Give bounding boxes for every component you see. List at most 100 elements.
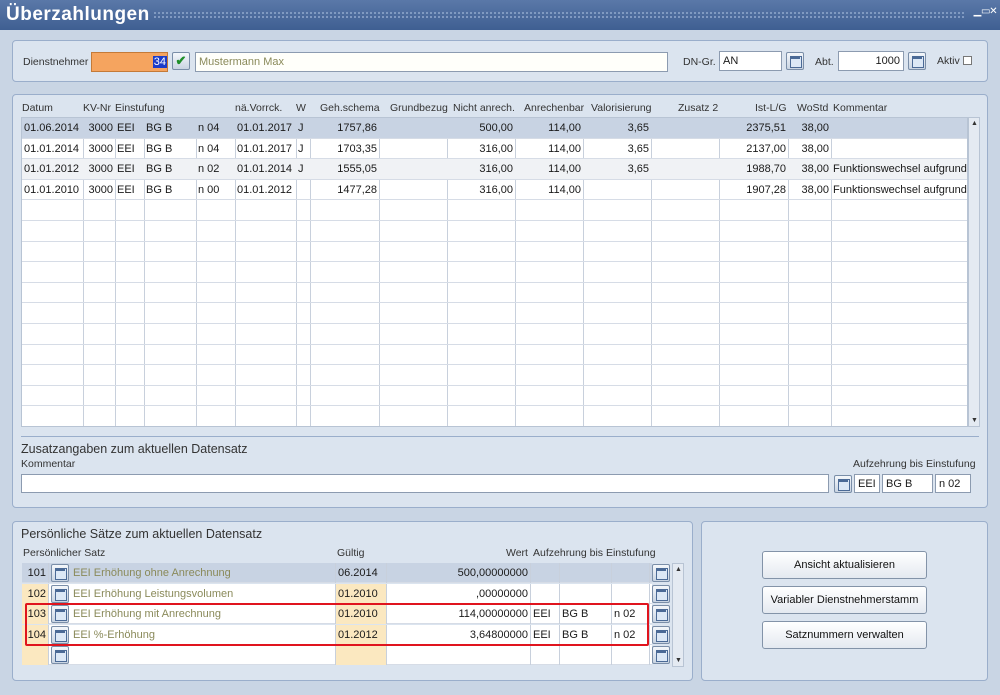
cell-val: 3,65	[627, 122, 649, 134]
satz-lookup-icon[interactable]	[51, 646, 69, 665]
table-row[interactable]	[22, 283, 967, 304]
aufz2-field[interactable]: BG B	[882, 474, 933, 493]
aufzehrung-lookup-icon[interactable]	[652, 564, 670, 582]
table-row[interactable]	[22, 221, 967, 242]
table-row[interactable]	[22, 345, 967, 366]
table-row[interactable]: 01.06.2014 3000 EEI BG B n 04 01.01.2017 J 1757…	[22, 118, 967, 139]
col-valorisierung: Valorisierung	[591, 102, 652, 114]
satz-lookup-icon[interactable]	[51, 584, 69, 603]
cell-e1: EEI	[117, 183, 135, 196]
scroll-up-icon[interactable]: ▲	[674, 565, 683, 574]
kommentar-label: Kommentar	[21, 458, 76, 470]
kommentar-field[interactable]	[21, 474, 829, 493]
cell-anr: 114,00	[548, 142, 581, 155]
cell-e3: n 04	[198, 122, 220, 134]
cell-komm: Funktionswechsel aufgrund	[833, 163, 967, 176]
aufzehrung-lookup-icon[interactable]	[834, 475, 852, 493]
persoenlich-row[interactable]: 101 EEI Erhöhung ohne Anrechnung 06.2014 50…	[22, 563, 670, 583]
table-row[interactable]	[22, 386, 967, 407]
abt-field[interactable]: 1000	[838, 51, 904, 71]
cell-grund	[379, 180, 447, 200]
aufz3-field[interactable]: n 02	[935, 474, 971, 493]
cell-komm	[831, 139, 967, 159]
col-aufzehrung: Aufzehrung bis Einstufung	[533, 547, 656, 559]
table-row[interactable]: 01.01.2014 3000 EEI BG B n 04 01.01.2017 J 1703…	[22, 139, 967, 160]
pcell-name: EEI Erhöhung Leistungsvolumen	[71, 583, 336, 604]
persoenlich-scrollbar[interactable]: ▲ ▼	[672, 563, 684, 667]
aufzehrung-lookup-icon[interactable]	[652, 625, 670, 644]
cell-val: 3,65	[627, 163, 649, 176]
table-row[interactable]: 01.01.2012 3000 EEI BG B n 02 01.01.2014 J 1555…	[22, 159, 967, 180]
scroll-up-icon[interactable]: ▲	[970, 119, 979, 128]
cell-val	[583, 180, 651, 200]
cell-datum: 01.06.2014	[24, 122, 80, 134]
cell-anr: 114,00	[548, 183, 581, 196]
zusatz-title: Zusatzangaben zum aktuellen Datensatz	[21, 442, 248, 456]
cell-vorr: 01.01.2014	[237, 163, 293, 176]
ansicht-aktualisieren-button[interactable]: Ansicht aktualisieren	[762, 551, 927, 579]
pcell-a3	[612, 645, 650, 666]
pcell-nr	[22, 645, 49, 666]
dngr-field[interactable]: AN	[719, 51, 782, 71]
satz-lookup-icon[interactable]	[51, 564, 69, 582]
variabler-dienstnehmerstamm-button[interactable]: Variabler Dienstnehmerstamm	[762, 586, 927, 614]
aufzehrung-lookup-icon[interactable]	[652, 605, 670, 624]
cell-e3: n 04	[198, 142, 220, 155]
table-row[interactable]	[22, 406, 967, 426]
table-row[interactable]	[22, 262, 967, 283]
table-row[interactable]: 01.01.2010 3000 EEI BG B n 00 01.01.2012 1477,…	[22, 180, 967, 201]
table-row[interactable]	[22, 303, 967, 324]
table-row[interactable]	[22, 365, 967, 386]
pcell-wert: ,00000000	[387, 583, 531, 604]
table-row[interactable]	[22, 200, 967, 221]
pcell-gueltig: 01.2010	[336, 583, 387, 604]
aufzehrung-lookup-icon[interactable]	[652, 646, 670, 665]
cell-zus	[651, 139, 719, 159]
cell-e3: n 02	[198, 163, 220, 176]
satznummern-verwalten-button[interactable]: Satznummern verwalten	[762, 621, 927, 649]
pcell-name	[71, 645, 336, 666]
dienstnehmer-label: Dienstnehmer	[23, 56, 89, 68]
cell-datum: 01.01.2010	[24, 183, 80, 196]
aufzehrung-lookup-icon[interactable]	[652, 584, 670, 603]
scroll-down-icon[interactable]: ▼	[970, 416, 979, 425]
dngr-lookup-icon[interactable]	[786, 52, 804, 70]
col-vorrck: nä.Vorrck.	[235, 102, 283, 114]
col-nicht-anrech: Nicht anrech.	[453, 102, 515, 114]
col-wert: Wert	[506, 547, 528, 559]
close-icon[interactable]: ✕	[989, 6, 998, 18]
pcell-a3	[612, 563, 650, 583]
persoenlich-title: Persönliche Sätze zum aktuellen Datensat…	[21, 527, 263, 541]
persoenlich-row[interactable]: 102 EEI Erhöhung Leistungsvolumen 01.2010,…	[22, 583, 670, 604]
cell-nicht: 500,00	[479, 122, 513, 134]
dienstnehmer-field[interactable]: 34	[91, 52, 168, 72]
data-grid[interactable]: 01.06.2014 3000 EEI BG B n 04 01.01.2017 J 1757…	[21, 117, 968, 427]
cell-e2: BG B	[146, 142, 173, 155]
col-zusatz2: Zusatz 2	[678, 102, 719, 114]
aktiv-label: Aktiv	[937, 55, 960, 67]
cell-e3: n 00	[198, 183, 220, 196]
scroll-down-icon[interactable]: ▼	[674, 656, 683, 665]
cell-ist: 1988,70	[746, 163, 786, 176]
aktiv-checkbox[interactable]	[963, 56, 972, 65]
cell-w: J	[298, 142, 304, 155]
cell-zus	[651, 118, 719, 138]
persoenlich-row[interactable]	[22, 645, 670, 666]
pcell-a2	[560, 583, 612, 604]
abt-lookup-icon[interactable]	[908, 52, 926, 70]
cell-wo: 38,00	[801, 163, 829, 176]
cell-wo: 38,00	[801, 142, 829, 155]
aufz1-field[interactable]: EEI	[854, 474, 880, 493]
grid-scrollbar[interactable]: ▲ ▼	[968, 117, 980, 427]
check-icon[interactable]: ✔	[172, 52, 190, 70]
pcell-nr: 102	[22, 583, 49, 604]
table-row[interactable]	[22, 324, 967, 345]
pcell-a1	[531, 563, 560, 583]
cell-w: J	[298, 163, 304, 176]
table-row[interactable]	[22, 242, 967, 263]
cell-nicht: 316,00	[479, 142, 513, 155]
cell-vorr: 01.01.2017	[237, 142, 293, 155]
col-anrechenbar: Anrechenbar	[524, 102, 585, 114]
pcell-wert: 500,00000000	[387, 563, 531, 583]
divider	[21, 436, 979, 437]
